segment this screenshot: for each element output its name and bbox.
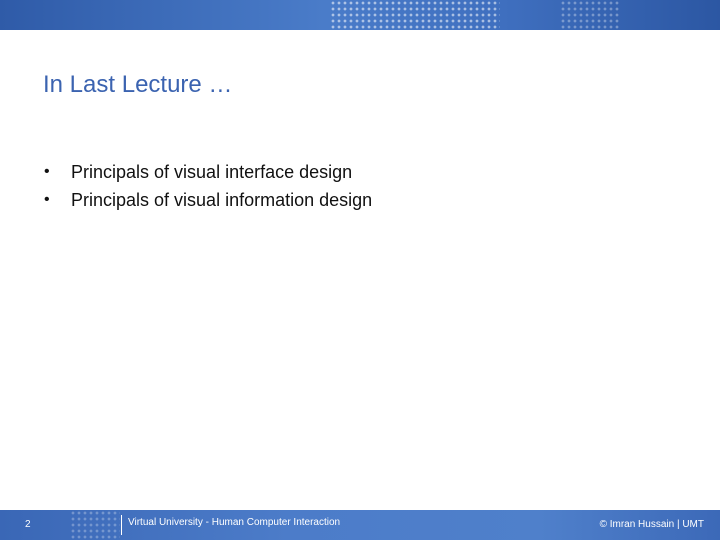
header-dot-pattern [330,0,500,30]
bullet-item: • Principals of visual information desig… [44,188,372,216]
footer-dot-pattern [70,510,120,540]
bullet-text: Principals of visual information design [71,190,373,210]
bullet-list: • Principals of visual interface design … [44,160,372,216]
footer-course-label: Virtual University - Human Computer Inte… [128,517,341,528]
bullet-icon: • [44,163,50,180]
slide-title: In Last Lecture … [43,71,233,98]
header-dot-pattern-secondary [560,0,620,30]
footer-copyright: © Imran Hussain | UMT [599,519,704,530]
bullet-text: Principals of visual interface design [71,162,353,182]
bullet-icon: • [44,191,50,208]
header-band [0,0,720,30]
bullet-item: • Principals of visual interface design [44,160,372,188]
page-number: 2 [25,519,31,530]
footer-divider [121,515,122,535]
